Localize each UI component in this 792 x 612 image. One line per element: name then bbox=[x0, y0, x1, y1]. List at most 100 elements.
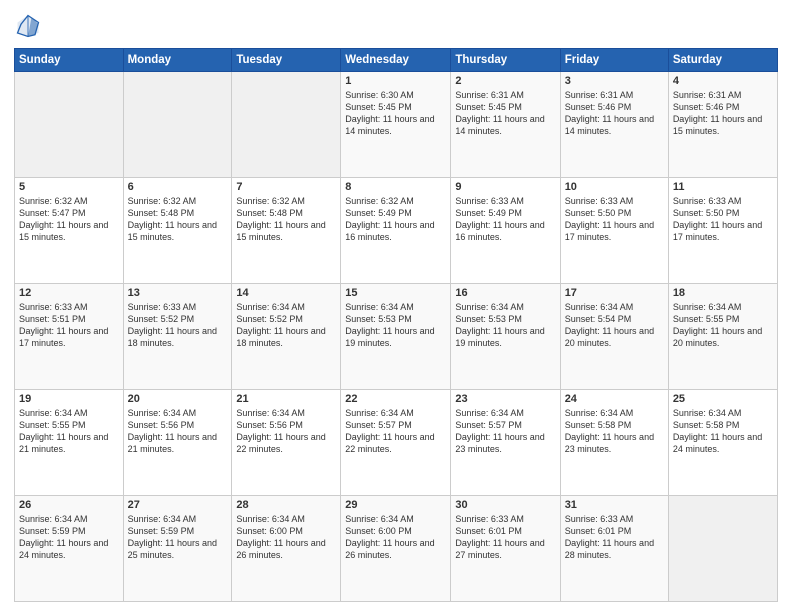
calendar-cell: 12 Sunrise: 6:33 AM Sunset: 5:51 PM Dayli… bbox=[15, 284, 124, 390]
day-info: Sunrise: 6:34 AM Sunset: 5:53 PM Dayligh… bbox=[455, 301, 555, 350]
day-number: 25 bbox=[673, 393, 773, 405]
calendar-cell: 11 Sunrise: 6:33 AM Sunset: 5:50 PM Dayli… bbox=[668, 178, 777, 284]
calendar-cell: 25 Sunrise: 6:34 AM Sunset: 5:58 PM Dayli… bbox=[668, 390, 777, 496]
day-info: Sunrise: 6:31 AM Sunset: 5:45 PM Dayligh… bbox=[455, 89, 555, 138]
day-number: 24 bbox=[565, 393, 664, 405]
calendar-cell: 15 Sunrise: 6:34 AM Sunset: 5:53 PM Dayli… bbox=[341, 284, 451, 390]
day-number: 1 bbox=[345, 75, 446, 87]
day-info: Sunrise: 6:34 AM Sunset: 5:52 PM Dayligh… bbox=[236, 301, 336, 350]
calendar-cell: 28Sunrise: 6:34 AM Sunset: 6:00 PM Dayli… bbox=[232, 496, 341, 602]
day-number: 30 bbox=[455, 499, 555, 511]
day-info: Sunrise: 6:34 AM Sunset: 5:53 PM Dayligh… bbox=[345, 301, 446, 350]
day-info: Sunrise: 6:32 AM Sunset: 5:48 PM Dayligh… bbox=[236, 195, 336, 244]
day-info: Sunrise: 6:32 AM Sunset: 5:48 PM Dayligh… bbox=[128, 195, 228, 244]
calendar-cell: 17 Sunrise: 6:34 AM Sunset: 5:54 PM Dayli… bbox=[560, 284, 668, 390]
calendar-week-row: 19Sunrise: 6:34 AM Sunset: 5:55 PM Dayli… bbox=[15, 390, 778, 496]
day-info: Sunrise: 6:32 AM Sunset: 5:49 PM Dayligh… bbox=[345, 195, 446, 244]
calendar-cell: 19Sunrise: 6:34 AM Sunset: 5:55 PM Dayli… bbox=[15, 390, 124, 496]
day-info: Sunrise: 6:34 AM Sunset: 5:58 PM Dayligh… bbox=[673, 407, 773, 456]
day-number: 28 bbox=[236, 499, 336, 511]
calendar-cell: 3Sunrise: 6:31 AM Sunset: 5:46 PM Daylig… bbox=[560, 72, 668, 178]
calendar-cell bbox=[668, 496, 777, 602]
weekday-header: Monday bbox=[123, 49, 232, 72]
calendar-week-row: 12 Sunrise: 6:33 AM Sunset: 5:51 PM Dayli… bbox=[15, 284, 778, 390]
day-number: 7 bbox=[236, 181, 336, 193]
weekday-header: Friday bbox=[560, 49, 668, 72]
calendar-cell bbox=[232, 72, 341, 178]
day-info: Sunrise: 6:33 AM Sunset: 5:50 PM Dayligh… bbox=[565, 195, 664, 244]
day-info: Sunrise: 6:34 AM Sunset: 5:56 PM Dayligh… bbox=[236, 407, 336, 456]
calendar-cell: 21Sunrise: 6:34 AM Sunset: 5:56 PM Dayli… bbox=[232, 390, 341, 496]
day-info: Sunrise: 6:31 AM Sunset: 5:46 PM Dayligh… bbox=[673, 89, 773, 138]
calendar-body: 1Sunrise: 6:30 AM Sunset: 5:45 PM Daylig… bbox=[15, 72, 778, 602]
day-number: 3 bbox=[565, 75, 664, 87]
calendar-cell: 18 Sunrise: 6:34 AM Sunset: 5:55 PM Dayli… bbox=[668, 284, 777, 390]
day-number: 6 bbox=[128, 181, 228, 193]
day-info: Sunrise: 6:34 AM Sunset: 5:57 PM Dayligh… bbox=[455, 407, 555, 456]
calendar-cell: 7 Sunrise: 6:32 AM Sunset: 5:48 PM Daylig… bbox=[232, 178, 341, 284]
day-info: Sunrise: 6:34 AM Sunset: 5:58 PM Dayligh… bbox=[565, 407, 664, 456]
day-info: Sunrise: 6:33 AM Sunset: 6:01 PM Dayligh… bbox=[455, 513, 555, 562]
day-number: 10 bbox=[565, 181, 664, 193]
day-number: 19 bbox=[19, 393, 119, 405]
day-info: Sunrise: 6:34 AM Sunset: 6:00 PM Dayligh… bbox=[345, 513, 446, 562]
day-info: Sunrise: 6:33 AM Sunset: 5:52 PM Dayligh… bbox=[128, 301, 228, 350]
day-number: 8 bbox=[345, 181, 446, 193]
day-number: 5 bbox=[19, 181, 119, 193]
calendar-cell: 27Sunrise: 6:34 AM Sunset: 5:59 PM Dayli… bbox=[123, 496, 232, 602]
day-info: Sunrise: 6:34 AM Sunset: 5:54 PM Dayligh… bbox=[565, 301, 664, 350]
day-number: 4 bbox=[673, 75, 773, 87]
calendar-cell: 23 Sunrise: 6:34 AM Sunset: 5:57 PM Dayli… bbox=[451, 390, 560, 496]
day-number: 23 bbox=[455, 393, 555, 405]
calendar-cell: 13 Sunrise: 6:33 AM Sunset: 5:52 PM Dayli… bbox=[123, 284, 232, 390]
day-number: 18 bbox=[673, 287, 773, 299]
day-number: 11 bbox=[673, 181, 773, 193]
page: SundayMondayTuesdayWednesdayThursdayFrid… bbox=[0, 0, 792, 612]
day-number: 20 bbox=[128, 393, 228, 405]
weekday-header: Thursday bbox=[451, 49, 560, 72]
calendar-cell bbox=[15, 72, 124, 178]
calendar-cell: 5 Sunrise: 6:32 AM Sunset: 5:47 PM Daylig… bbox=[15, 178, 124, 284]
calendar-cell: 4 Sunrise: 6:31 AM Sunset: 5:46 PM Daylig… bbox=[668, 72, 777, 178]
calendar-cell: 16Sunrise: 6:34 AM Sunset: 5:53 PM Dayli… bbox=[451, 284, 560, 390]
calendar-cell: 29 Sunrise: 6:34 AM Sunset: 6:00 PM Dayli… bbox=[341, 496, 451, 602]
weekday-header: Wednesday bbox=[341, 49, 451, 72]
day-number: 15 bbox=[345, 287, 446, 299]
day-info: Sunrise: 6:32 AM Sunset: 5:47 PM Dayligh… bbox=[19, 195, 119, 244]
calendar-cell: 30 Sunrise: 6:33 AM Sunset: 6:01 PM Dayli… bbox=[451, 496, 560, 602]
calendar-cell: 6 Sunrise: 6:32 AM Sunset: 5:48 PM Daylig… bbox=[123, 178, 232, 284]
calendar-cell: 22 Sunrise: 6:34 AM Sunset: 5:57 PM Dayli… bbox=[341, 390, 451, 496]
weekday-header: Saturday bbox=[668, 49, 777, 72]
calendar-cell: 1Sunrise: 6:30 AM Sunset: 5:45 PM Daylig… bbox=[341, 72, 451, 178]
calendar-cell: 26 Sunrise: 6:34 AM Sunset: 5:59 PM Dayli… bbox=[15, 496, 124, 602]
calendar-week-row: 5 Sunrise: 6:32 AM Sunset: 5:47 PM Daylig… bbox=[15, 178, 778, 284]
day-number: 9 bbox=[455, 181, 555, 193]
calendar-cell: 31Sunrise: 6:33 AM Sunset: 6:01 PM Dayli… bbox=[560, 496, 668, 602]
calendar-table: SundayMondayTuesdayWednesdayThursdayFrid… bbox=[14, 48, 778, 602]
day-number: 12 bbox=[19, 287, 119, 299]
day-info: Sunrise: 6:34 AM Sunset: 5:57 PM Dayligh… bbox=[345, 407, 446, 456]
day-number: 2 bbox=[455, 75, 555, 87]
day-info: Sunrise: 6:34 AM Sunset: 5:59 PM Dayligh… bbox=[19, 513, 119, 562]
day-info: Sunrise: 6:33 AM Sunset: 5:49 PM Dayligh… bbox=[455, 195, 555, 244]
calendar-week-row: 1Sunrise: 6:30 AM Sunset: 5:45 PM Daylig… bbox=[15, 72, 778, 178]
day-info: Sunrise: 6:33 AM Sunset: 5:51 PM Dayligh… bbox=[19, 301, 119, 350]
day-number: 22 bbox=[345, 393, 446, 405]
day-info: Sunrise: 6:33 AM Sunset: 5:50 PM Dayligh… bbox=[673, 195, 773, 244]
calendar-cell: 10 Sunrise: 6:33 AM Sunset: 5:50 PM Dayli… bbox=[560, 178, 668, 284]
calendar-week-row: 26 Sunrise: 6:34 AM Sunset: 5:59 PM Dayli… bbox=[15, 496, 778, 602]
calendar-cell bbox=[123, 72, 232, 178]
calendar-cell: 8 Sunrise: 6:32 AM Sunset: 5:49 PM Daylig… bbox=[341, 178, 451, 284]
calendar-header: SundayMondayTuesdayWednesdayThursdayFrid… bbox=[15, 49, 778, 72]
day-number: 26 bbox=[19, 499, 119, 511]
calendar-cell: 24 Sunrise: 6:34 AM Sunset: 5:58 PM Dayli… bbox=[560, 390, 668, 496]
day-info: Sunrise: 6:33 AM Sunset: 6:01 PM Dayligh… bbox=[565, 513, 664, 562]
day-number: 29 bbox=[345, 499, 446, 511]
logo bbox=[14, 12, 46, 40]
day-info: Sunrise: 6:34 AM Sunset: 5:55 PM Dayligh… bbox=[673, 301, 773, 350]
day-number: 14 bbox=[236, 287, 336, 299]
day-number: 17 bbox=[565, 287, 664, 299]
header bbox=[14, 12, 778, 40]
day-number: 13 bbox=[128, 287, 228, 299]
day-info: Sunrise: 6:34 AM Sunset: 5:56 PM Dayligh… bbox=[128, 407, 228, 456]
